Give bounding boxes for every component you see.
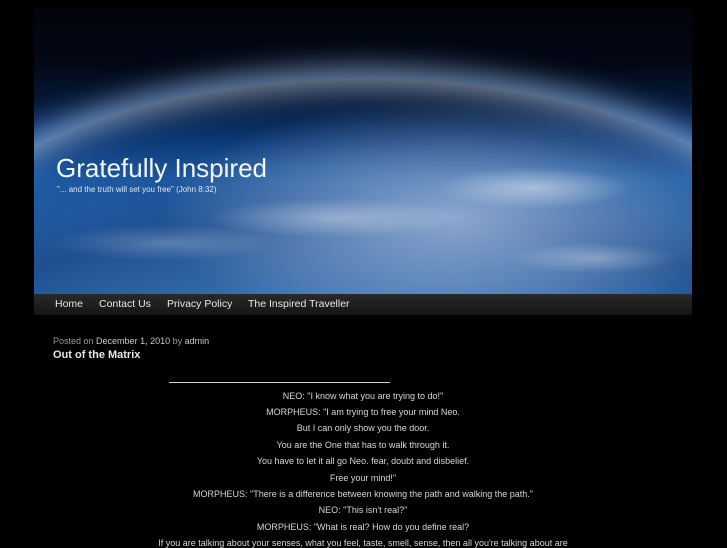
nav-item-inspired-traveller[interactable]: The Inspired Traveller bbox=[248, 294, 350, 315]
quote-line: MORPHEUS: "What is real? How do you defi… bbox=[256, 522, 470, 532]
nav-item-contact-us[interactable]: Contact Us bbox=[99, 294, 151, 315]
post-content: Posted on December 1, 2010 by admin Out … bbox=[34, 318, 692, 548]
author-link[interactable]: admin bbox=[185, 336, 210, 346]
quote-line: You have to let it all go Neo. fear, dou… bbox=[256, 456, 470, 466]
post-date-link[interactable]: December 1, 2010 bbox=[96, 336, 170, 346]
page-wrapper: Gratefully Inspired "... and the truth w… bbox=[34, 8, 692, 548]
quote-line: Free your mind!" bbox=[329, 473, 397, 483]
quote-line: NEO: "This isn't real?" bbox=[318, 505, 408, 515]
quote-line: NEO: "I know what you are trying to do!" bbox=[282, 391, 444, 401]
main-nav: Home Contact Us Privacy Policy The Inspi… bbox=[34, 294, 692, 316]
site-title[interactable]: Gratefully Inspired bbox=[56, 153, 267, 184]
nav-item-privacy-policy[interactable]: Privacy Policy bbox=[167, 294, 232, 315]
horizontal-rule bbox=[169, 382, 390, 383]
post-meta: Posted on December 1, 2010 by admin bbox=[53, 336, 209, 346]
post-title[interactable]: Out of the Matrix bbox=[53, 349, 140, 361]
quote-line: If you are talking about your senses, wh… bbox=[158, 538, 568, 548]
posted-on-label: Posted on bbox=[53, 336, 94, 346]
quote-line: You are the One that has to walk through… bbox=[276, 440, 450, 450]
nav-item-home[interactable]: Home bbox=[55, 294, 83, 315]
by-label: by bbox=[172, 336, 183, 346]
quote-line: But I can only show you the door. bbox=[296, 423, 430, 433]
site-tagline: "... and the truth will set you free" (J… bbox=[57, 185, 217, 194]
quote-line: MORPHEUS: "I am trying to free your mind… bbox=[266, 407, 460, 417]
header-banner: Gratefully Inspired "... and the truth w… bbox=[34, 8, 692, 294]
quote-line: MORPHEUS: "There is a difference between… bbox=[193, 489, 533, 499]
